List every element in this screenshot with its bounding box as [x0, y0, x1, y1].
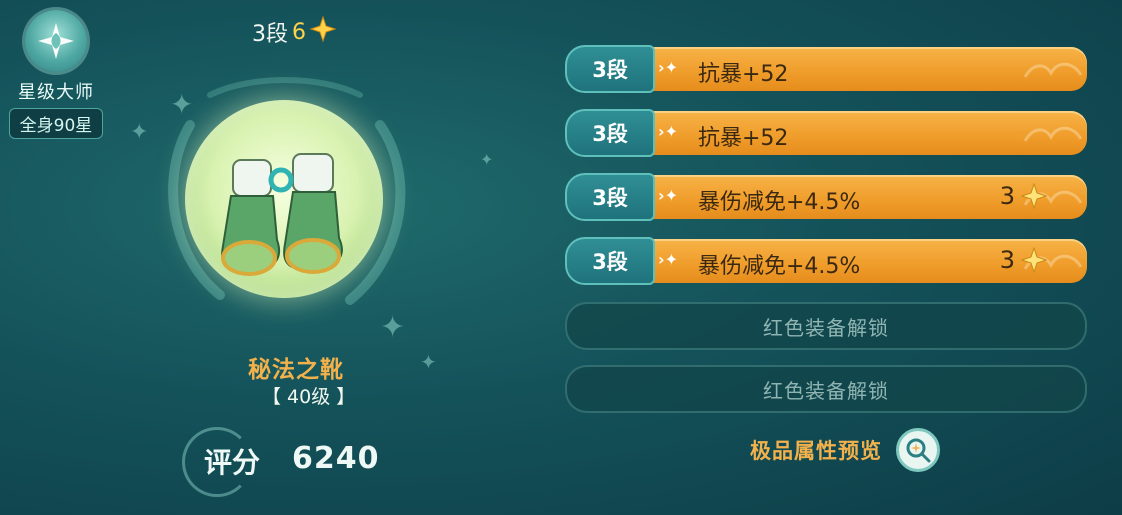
attribute-text: 暴伤减免+4.5%	[698, 190, 861, 215]
star-emblem-icon	[25, 10, 87, 72]
score-block: 评分 6240	[172, 423, 402, 497]
sparkle-icon: ✦	[480, 150, 494, 169]
attribute-row[interactable]: 3段 ›✦ 暴伤减免+4.5% 3	[565, 237, 1087, 285]
attribute-stars: 3	[1000, 182, 1047, 210]
attribute-tier: 3段	[565, 45, 655, 93]
locked-slot[interactable]: 红色装备解锁	[565, 302, 1087, 350]
master-title: 星级大师	[18, 82, 94, 103]
attribute-star-count: 3	[999, 246, 1015, 274]
premium-attribute-preview[interactable]: 极品属性预览	[750, 428, 940, 472]
score-label: 评分	[204, 446, 261, 479]
attribute-text: 抗暴+52	[698, 62, 789, 87]
sparkle-icon: ✦	[130, 120, 149, 145]
score-value: 6240	[292, 441, 380, 476]
attribute-tier: 3段	[565, 173, 655, 221]
locked-slot[interactable]: 红色装备解锁	[565, 365, 1087, 413]
star-icon	[309, 15, 337, 48]
attribute-text: 抗暴+52	[698, 126, 789, 151]
item-tier-label: 3段	[252, 22, 288, 47]
cloud-pattern-icon	[1023, 62, 1083, 78]
attribute-tier: 3段	[565, 109, 655, 157]
sparkle-icon: ✦	[420, 350, 437, 374]
star-icon	[1021, 183, 1047, 209]
item-star-count: 6	[292, 19, 306, 45]
attribute-row[interactable]: 3段 ›✦ 抗暴+52	[565, 109, 1087, 157]
attribute-text: 暴伤减免+4.5%	[698, 254, 861, 279]
attribute-row[interactable]: 3段 ›✦ 抗暴+52	[565, 45, 1087, 93]
double-arrow-icon: ›✦	[658, 58, 678, 77]
double-arrow-icon: ›✦	[658, 186, 678, 205]
star-icon	[1021, 247, 1047, 273]
attribute-stars: 3	[1000, 246, 1047, 274]
double-arrow-icon: ›✦	[658, 250, 678, 269]
preview-label[interactable]: 极品属性预览	[750, 435, 882, 465]
master-subtitle: 全身90星	[8, 108, 104, 139]
attribute-star-count: 3	[999, 182, 1015, 210]
item-display[interactable]	[150, 65, 420, 335]
item-tier-header: 3段 6	[252, 15, 337, 48]
magnifier-sparkle-icon[interactable]	[896, 428, 940, 472]
attribute-row[interactable]: 3段 ›✦ 暴伤减免+4.5% 3	[565, 173, 1087, 221]
cloud-pattern-icon	[1023, 126, 1083, 142]
attribute-tier: 3段	[565, 237, 655, 285]
star-master-badge[interactable]: 星级大师 全身90星	[0, 10, 112, 139]
item-name: 秘法之靴	[248, 357, 344, 383]
item-level: 【 40级 】	[262, 386, 356, 408]
green-boots-icon	[221, 153, 343, 276]
double-arrow-icon: ›✦	[658, 122, 678, 141]
